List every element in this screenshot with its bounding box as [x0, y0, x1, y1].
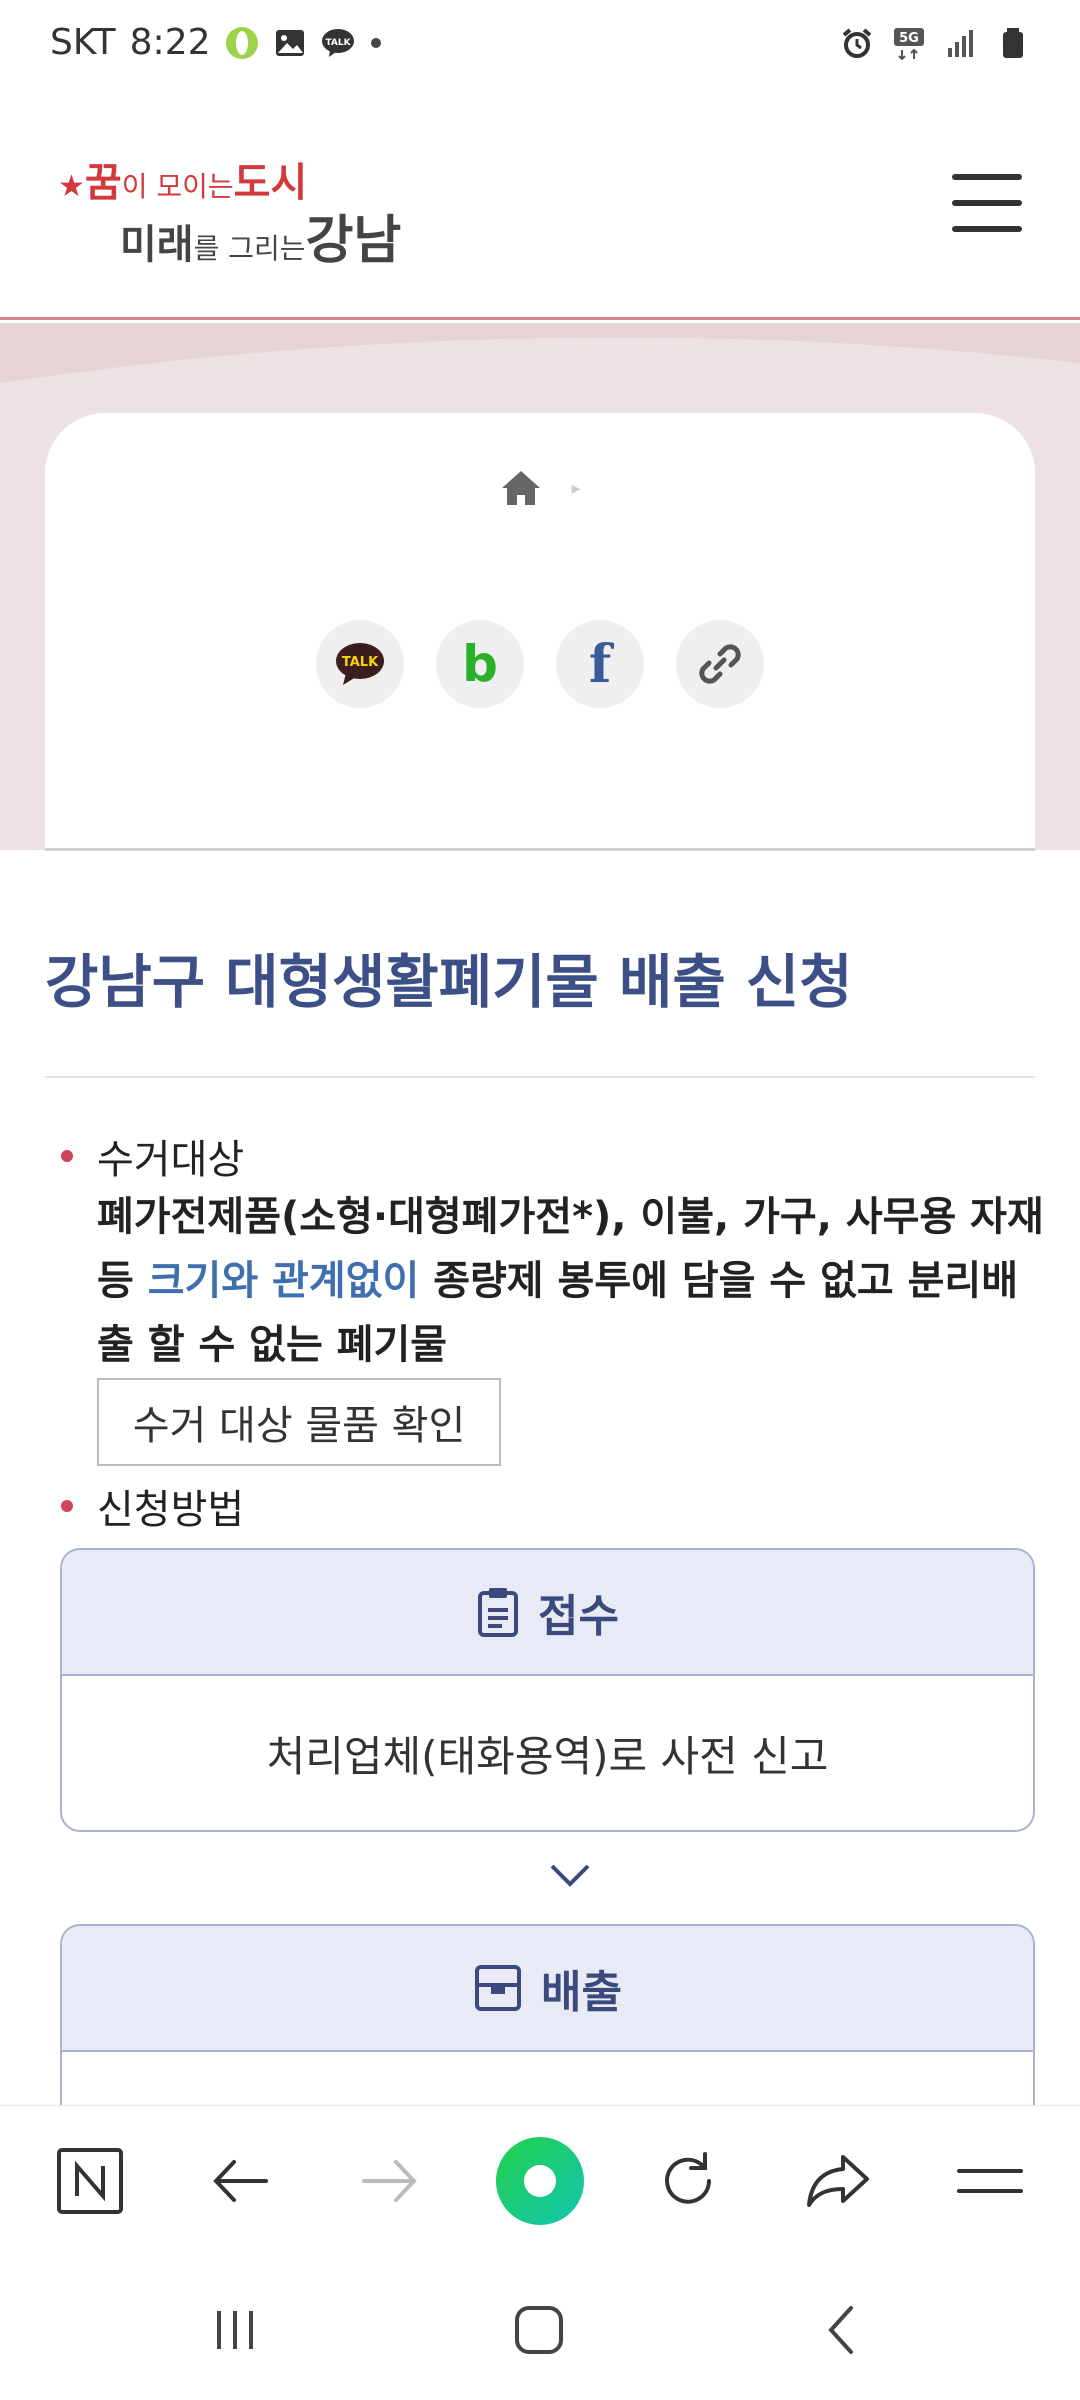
share-button[interactable] [798, 2141, 878, 2221]
arrow-right-icon [362, 2160, 417, 2202]
back-chevron-icon [828, 2306, 853, 2354]
browser-toolbar [0, 2105, 1080, 2255]
step-reception-box: 접수 처리업체(태화용역)로 사전 신고 [60, 1548, 1035, 1832]
step-reception-title: 접수 [538, 1591, 619, 1642]
back-button[interactable] [200, 2141, 280, 2221]
page-title: 강남구 대형생활폐기물 배출 신청 [45, 948, 853, 1016]
facebook-icon: f [588, 633, 612, 695]
step-discharge-header: 배출 [62, 1926, 1033, 2052]
forward-button[interactable] [350, 2141, 430, 2221]
hero-card: ▸ TALK b f [45, 413, 1035, 850]
status-bar: SKT 8:22 TALK 5G [0, 0, 1080, 100]
clock: 8:22 [129, 22, 211, 63]
check-items-button[interactable]: 수거 대상 물품 확인 [97, 1378, 501, 1466]
step-reception-body: 처리업체(태화용역)로 사전 신고 [266, 1731, 829, 1781]
share-band-button[interactable]: b [436, 620, 524, 708]
hamburger-icon-line [952, 226, 1022, 232]
naver-home-button[interactable] [50, 2141, 130, 2221]
logo-gangnam: 강남 [305, 211, 402, 271]
naver-app-icon [225, 26, 258, 59]
logo-line2: 미래를 그리는강남 [120, 198, 401, 273]
svg-text:TALK: TALK [342, 655, 379, 670]
box-icon [475, 1965, 522, 2011]
signal-icon [948, 30, 973, 57]
5g-icon: 5G [894, 28, 924, 60]
carrier-label: SKT [50, 22, 116, 63]
recent-apps-button[interactable] [190, 2295, 280, 2365]
home-square-icon [515, 2306, 563, 2354]
logo-dream: 꿈 [84, 160, 122, 206]
status-right: 5G [840, 26, 1030, 60]
logo-future: 미래 [120, 222, 194, 268]
menu-lines-icon [957, 2169, 1023, 2193]
share-kakaotalk-button[interactable]: TALK [316, 620, 404, 708]
title-divider [45, 1076, 1035, 1078]
copy-link-button[interactable] [676, 620, 764, 708]
hero-band: ▸ TALK b f [0, 323, 1080, 850]
apply-method-label: 신청방법 [97, 1487, 245, 1533]
bullet-dot [61, 1500, 73, 1512]
link-icon [699, 644, 741, 684]
svg-text:TALK: TALK [325, 38, 351, 48]
recent-apps-icon [217, 2311, 253, 2349]
back-nav-button[interactable] [796, 2295, 886, 2365]
refresh-icon [665, 2152, 711, 2204]
home-nav-button[interactable] [494, 2295, 584, 2365]
clipboard-icon [478, 1588, 519, 1637]
hamburger-icon-line [952, 200, 1022, 206]
browser-menu-button[interactable] [950, 2141, 1030, 2221]
gallery-icon [275, 29, 304, 56]
share-buttons: TALK b f [45, 620, 1035, 708]
step-reception-header: 접수 [62, 1550, 1033, 1676]
share-facebook-button[interactable]: f [556, 620, 644, 708]
band-icon: b [462, 635, 498, 693]
breadcrumb-separator: ▸ [571, 477, 581, 499]
desc-highlight: 크기와 관계없이 [147, 1258, 420, 1304]
kakaotalk-notify-icon: TALK [321, 28, 354, 57]
system-nav-bar [0, 2255, 1080, 2400]
alarm-icon [842, 28, 872, 58]
home-icon[interactable] [499, 468, 543, 508]
kakaotalk-icon: TALK [336, 643, 384, 685]
breadcrumb: ▸ [45, 468, 1035, 508]
battery-icon [1003, 28, 1023, 58]
naver-n-icon [57, 2148, 123, 2214]
refresh-button[interactable] [648, 2141, 728, 2221]
collect-target-description: 폐가전제품(소형·대형폐가전*), 이불, 가구, 사무용 자재 등 크기와 관… [97, 1185, 1047, 1377]
share-arrow-icon [807, 2155, 869, 2207]
collect-target-label: 수거대상 [97, 1137, 245, 1183]
status-left: SKT 8:22 TALK [50, 22, 383, 63]
green-dot-button[interactable] [490, 2131, 590, 2231]
hamburger-menu-button[interactable] [952, 170, 1022, 236]
gangnam-logo[interactable]: ★꿈이 모이는도시 미래를 그리는강남 [58, 150, 438, 290]
chevron-down-icon [550, 1864, 590, 1887]
arrow-left-icon [213, 2160, 268, 2202]
svg-text:5G: 5G [899, 31, 919, 46]
site-header: ★꿈이 모이는도시 미래를 그리는강남 [0, 100, 1080, 320]
green-dot-icon [496, 2137, 584, 2225]
notification-dot-icon [370, 37, 381, 48]
bullet-dot [61, 1150, 73, 1162]
hamburger-icon-line [952, 174, 1022, 180]
hero-divider [45, 848, 1035, 851]
step-discharge-title: 배출 [541, 1967, 622, 2018]
star-icon: ★ [58, 169, 85, 204]
logo-draw: 를 그리는 [193, 232, 306, 265]
